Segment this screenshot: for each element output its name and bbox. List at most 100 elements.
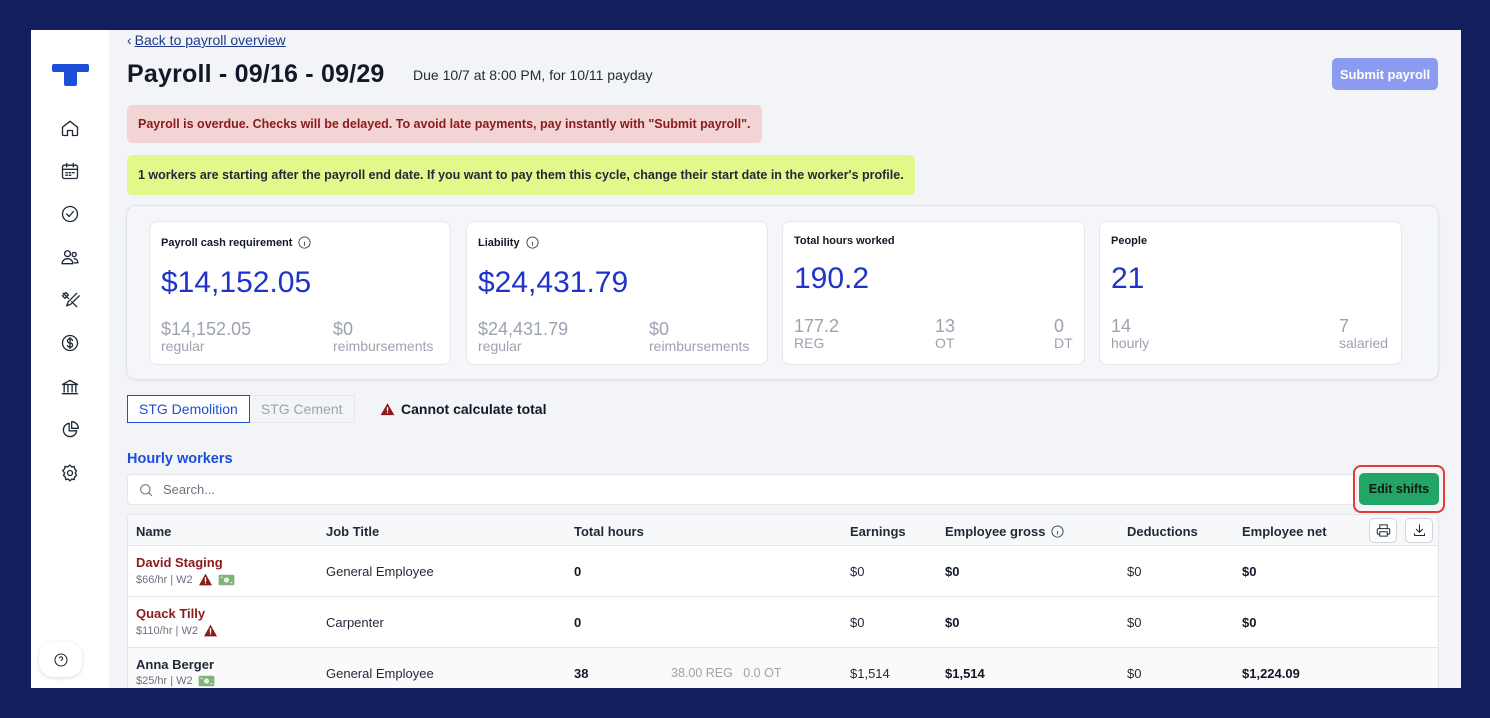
- worker-meta: $66/hr | W2: [136, 573, 193, 586]
- hours-breakdown: 38.00 REG 0.0 OT: [671, 666, 782, 680]
- earnings: $1,514: [850, 666, 890, 681]
- warning-icon[interactable]: [203, 624, 218, 637]
- search-box: [127, 474, 1357, 505]
- hours-label: Total hours worked: [794, 235, 895, 247]
- deductions: $0: [1127, 615, 1142, 630]
- search-input[interactable]: [163, 482, 1263, 497]
- col-total-hours[interactable]: Total hours: [574, 524, 644, 539]
- col-employee-gross-label: Employee gross: [945, 524, 1046, 539]
- table-row[interactable]: David Staging $66/hr | W2 General Employ…: [128, 546, 1438, 597]
- earnings: $0: [850, 615, 865, 630]
- total-warning: Cannot calculate total: [380, 401, 546, 417]
- col-job-title[interactable]: Job Title: [326, 524, 379, 539]
- app-window: ‹ Back to payroll overview Payroll - 09/1…: [31, 30, 1461, 688]
- hours-ot-value: 13: [935, 316, 956, 336]
- worker-name[interactable]: Anna Berger: [136, 657, 214, 672]
- company-tabs: STG Demolition STG Cement: [127, 395, 355, 423]
- chevron-left-icon: ‹: [127, 32, 132, 48]
- total-hours: 0: [574, 615, 582, 630]
- cash-icon: [198, 675, 215, 687]
- total-hours: 38: [574, 666, 589, 681]
- tab-stg-demolition[interactable]: STG Demolition: [127, 395, 250, 423]
- main-content: ‹ Back to payroll overview Payroll - 09/1…: [109, 30, 1461, 688]
- workers-table: Name Job Title Total hours Earnings Empl…: [127, 514, 1439, 688]
- col-name[interactable]: Name: [136, 524, 171, 539]
- back-link[interactable]: ‹ Back to payroll overview: [127, 32, 286, 48]
- cash-regular-label: regular: [161, 338, 205, 354]
- cash-icon: [218, 574, 235, 585]
- worker-name[interactable]: Quack Tilly: [136, 606, 205, 621]
- tab-stg-cement[interactable]: STG Cement: [249, 395, 355, 423]
- worker-meta: $110/hr | W2: [136, 624, 198, 637]
- pie-chart-icon[interactable]: [57, 417, 83, 443]
- tools-icon[interactable]: [57, 287, 83, 313]
- sidebar: [31, 30, 109, 688]
- cash-reimbursements-value: $0: [333, 319, 354, 339]
- people-hourly-label: hourly: [1111, 335, 1150, 351]
- hours-value: 190.2: [794, 262, 870, 295]
- hours-reg-value: 177.2: [794, 316, 840, 336]
- employee-gross: $0: [945, 615, 960, 630]
- total-warning-label: Cannot calculate total: [401, 401, 547, 417]
- submit-payroll-button[interactable]: Submit payroll: [1332, 58, 1438, 90]
- cash-requirement-label: Payroll cash requirement: [161, 236, 293, 249]
- employee-gross: $0: [945, 564, 960, 579]
- home-icon[interactable]: [57, 115, 83, 141]
- people-hourly-value: 14: [1111, 316, 1132, 336]
- hours-ot-label: OT: [935, 335, 955, 351]
- worker-name[interactable]: David Staging: [136, 555, 223, 570]
- people-icon[interactable]: [57, 244, 83, 270]
- table-header: Name Job Title Total hours Earnings Empl…: [128, 515, 1438, 546]
- employee-net: $1,224.09: [1242, 666, 1300, 681]
- edit-shifts-button[interactable]: Edit shifts: [1359, 473, 1439, 505]
- question-icon: [53, 652, 68, 667]
- employee-gross: $1,514: [945, 666, 985, 681]
- search-icon: [140, 483, 153, 496]
- deductions: $0: [1127, 564, 1142, 579]
- help-button[interactable]: [39, 642, 82, 677]
- col-earnings[interactable]: Earnings: [850, 524, 906, 539]
- job-title: General Employee: [326, 666, 434, 681]
- brand-logo[interactable]: [52, 64, 89, 86]
- table-row[interactable]: Quack Tilly $110/hr | W2 Carpenter 0 $0 …: [128, 597, 1438, 648]
- cash-reimbursements-label: reimbursements: [333, 338, 434, 354]
- people-card: People 21 14 hourly 7 salaried: [1099, 221, 1402, 365]
- overdue-alert: Payroll is overdue. Checks will be delay…: [127, 105, 762, 143]
- start-date-alert: 1 workers are starting after the payroll…: [127, 155, 915, 195]
- hours-dt-label: DT: [1054, 335, 1073, 351]
- gear-icon[interactable]: [57, 460, 83, 486]
- hours-dt-value: 0: [1054, 316, 1065, 336]
- back-link-label[interactable]: Back to payroll overview: [135, 32, 286, 48]
- print-button[interactable]: [1369, 518, 1397, 543]
- people-label: People: [1111, 235, 1148, 247]
- job-title: General Employee: [326, 564, 434, 579]
- info-icon[interactable]: [1050, 524, 1065, 539]
- liability-reimbursements-value: $0: [649, 319, 670, 339]
- bank-icon[interactable]: [57, 374, 83, 400]
- col-employee-gross[interactable]: Employee gross: [945, 524, 1065, 539]
- col-deductions[interactable]: Deductions: [1127, 524, 1198, 539]
- hours-card: Total hours worked 190.2 177.2 REG 13 OT 0…: [782, 221, 1085, 365]
- employee-net: $0: [1242, 615, 1257, 630]
- info-icon[interactable]: [525, 235, 540, 250]
- liability-card: Liability $24,431.79 $24,431.79 regular $…: [466, 221, 768, 365]
- people-salaried-value: 7: [1339, 316, 1350, 336]
- col-employee-net[interactable]: Employee net: [1242, 524, 1327, 539]
- summary-panel: Payroll cash requirement $14,152.05 $14,…: [126, 205, 1439, 380]
- warning-icon[interactable]: [198, 573, 213, 586]
- table-row[interactable]: Anna Berger $25/hr | W2 General Employee…: [128, 648, 1438, 688]
- dollar-icon[interactable]: [57, 330, 83, 356]
- page-title: Payroll - 09/16 - 09/29: [127, 60, 385, 88]
- download-button[interactable]: [1405, 518, 1433, 543]
- liability-reimbursements-label: reimbursements: [649, 338, 750, 354]
- people-salaried-label: salaried: [1339, 335, 1389, 351]
- job-title: Carpenter: [326, 615, 384, 630]
- calendar-icon[interactable]: [57, 158, 83, 184]
- warning-icon: [380, 402, 395, 415]
- check-circle-icon[interactable]: [57, 201, 83, 227]
- hours-reg-label: REG: [794, 335, 825, 351]
- download-icon: [1413, 524, 1425, 536]
- cash-requirement-value: $14,152.05: [161, 266, 312, 299]
- earnings: $0: [850, 564, 865, 579]
- info-icon[interactable]: [297, 235, 312, 250]
